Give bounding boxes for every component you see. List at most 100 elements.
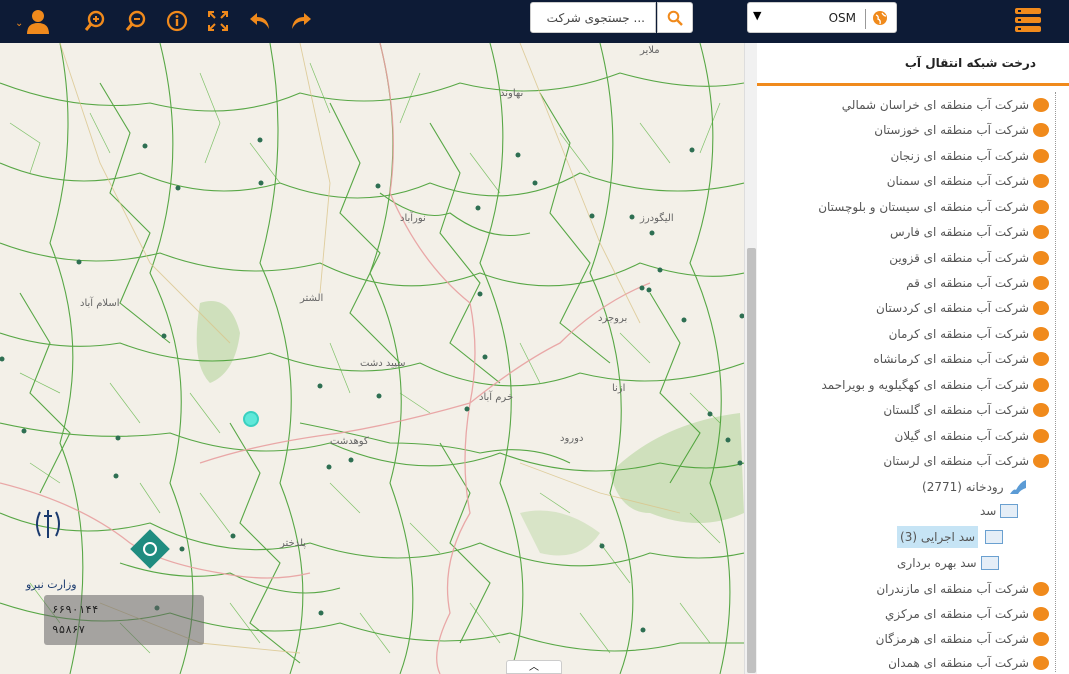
place-label: پلدختر — [280, 538, 307, 549]
dam-icon — [1000, 504, 1019, 518]
company-search-input[interactable]: جستجوی شرکت ... — [530, 2, 656, 33]
tree-item-dam[interactable]: سد — [980, 500, 1019, 522]
company-node-icon — [1033, 632, 1049, 646]
tree-item-label: شرکت آب منطقه ای قم — [906, 276, 1029, 290]
company-node-icon — [1033, 429, 1049, 443]
zoom-out-icon[interactable] — [121, 6, 151, 36]
tree-item-company[interactable]: شرکت آب منطقه ای خوزستان — [874, 119, 1049, 141]
globe-icon — [873, 11, 887, 25]
company-node-icon — [1033, 225, 1049, 239]
tree-item-label: سد بهره برداری — [897, 556, 977, 570]
user-dropdown-caret-icon[interactable]: ⌄ — [15, 18, 23, 29]
svg-text:وزارت نیرو: وزارت نیرو — [25, 578, 77, 591]
tree-item-label: شرکت آب منطقه ای هرمزگان — [875, 632, 1029, 646]
company-node-icon — [1033, 378, 1049, 392]
place-label: ملایر — [640, 45, 660, 56]
place-label: بروجرد — [598, 313, 628, 324]
place-label: نهاوند — [500, 88, 524, 99]
divider — [865, 9, 866, 29]
tree-item-label: سد — [980, 504, 997, 518]
place-label: سپید دشت — [360, 358, 406, 369]
tree-item-company[interactable]: شرکت آب منطقه ای مازندران — [876, 578, 1049, 600]
company-node-icon — [1033, 582, 1049, 596]
place-label: نورآباد — [400, 213, 426, 224]
dam-icon — [980, 556, 999, 570]
panel-title: درخت شبکه انتقال آب — [904, 56, 1036, 70]
tree-item-company[interactable]: شرکت آب منطقه ای همدان — [888, 652, 1049, 674]
tree-item-label: شرکت آب منطقه ای کرمان — [888, 327, 1029, 341]
tree-item-label: شرکت آب منطقه ای کهگیلویه و بویراحمد — [821, 378, 1029, 392]
user-icon[interactable] — [23, 6, 53, 36]
tree-item-company[interactable]: شرکت آب منطقه ای کردستان — [876, 297, 1049, 319]
zoom-in-icon[interactable] — [80, 6, 110, 36]
undo-icon[interactable] — [245, 6, 275, 36]
place-label: دورود — [560, 433, 584, 444]
tree-item-company[interactable]: شرکت آب منطقه ای فارس — [890, 221, 1049, 243]
company-node-icon — [1033, 123, 1049, 137]
tree-item-label: شرکت آب منطقه ای سیستان و بلوچستان — [818, 200, 1029, 214]
place-label: کوهدشت — [330, 436, 369, 447]
place-label: الشتر — [300, 293, 324, 304]
tree-item-company[interactable]: شرکت آب منطقه ای سیستان و بلوچستان — [818, 196, 1049, 218]
company-node-icon — [1033, 276, 1049, 290]
menu-icon[interactable] — [1013, 5, 1043, 35]
company-node-icon — [1033, 352, 1049, 366]
map-view[interactable]: وزارت نیرو خرم آباد بروجرد الیگودرز ازنا… — [0, 43, 744, 674]
panel-divider — [757, 83, 1069, 86]
tree-item-label: شرکت آب منطقه ای گیلان — [894, 429, 1030, 443]
company-node-icon — [1033, 403, 1049, 417]
company-node-icon — [1033, 251, 1049, 265]
tree-item-label: شرکت آب منطقه ای مرکزي — [885, 607, 1029, 621]
company-node-icon — [1033, 327, 1049, 341]
tree-item-label: شرکت آب منطقه ای کرمانشاه — [873, 352, 1029, 366]
tree-item-company[interactable]: شرکت آب منطقه ای گیلان — [894, 425, 1049, 447]
tree-item-label: شرکت آب منطقه ای زنجان — [890, 149, 1029, 163]
tree-item-label: شرکت آب منطقه ای مازندران — [876, 582, 1029, 596]
info-icon[interactable] — [162, 6, 192, 36]
tree-item-label: شرکت آب منطقه ای خوزستان — [874, 123, 1029, 137]
tree-connector-line — [1055, 92, 1056, 672]
redo-icon[interactable] — [286, 6, 316, 36]
collapse-panel-button[interactable]: ︿ — [506, 660, 562, 674]
tree-item-company[interactable]: شرکت آب منطقه ای خراسان شمالي — [842, 94, 1049, 116]
tree-item-label: شرکت آب منطقه ای کردستان — [875, 301, 1029, 315]
coordinate-x: ۶۶۹۰۱۴۴ — [52, 603, 99, 616]
top-toolbar: ⌄ جستجوی شرکت ... ▼ OSM — [0, 0, 1069, 43]
tree-item-company[interactable]: شرکت آب منطقه ای کرمانشاه — [873, 348, 1049, 370]
company-node-icon — [1033, 454, 1049, 468]
company-node-icon — [1033, 607, 1049, 621]
tree-item-dam-operational[interactable]: سد بهره برداری — [897, 552, 999, 574]
tree-item-company-expanded[interactable]: شرکت آب منطقه ای لرستان — [883, 450, 1049, 472]
company-node-icon — [1033, 149, 1049, 163]
tree-item-river[interactable]: رودخانه (2771) — [922, 476, 1028, 498]
place-label: ازنا — [612, 383, 626, 394]
company-node-icon — [1033, 200, 1049, 214]
tree-item-label: رودخانه (2771) — [922, 480, 1004, 494]
scrollbar-thumb[interactable] — [747, 248, 756, 673]
layer-value: OSM — [828, 11, 856, 25]
base-layer-select[interactable]: ▼ OSM — [747, 2, 897, 33]
company-node-icon — [1033, 98, 1049, 112]
coordinate-y: ۹۵۸۶۷ — [52, 623, 86, 636]
tree-item-company[interactable]: شرکت آب منطقه ای کهگیلویه و بویراحمد — [821, 374, 1049, 396]
dam-icon — [985, 530, 1003, 544]
search-button[interactable] — [657, 2, 693, 33]
tree-item-company[interactable]: شرکت آب منطقه ای زنجان — [890, 145, 1049, 167]
tree-item-label: شرکت آب منطقه ای لرستان — [883, 454, 1029, 468]
tree-item-label: شرکت آب منطقه ای همدان — [888, 656, 1029, 670]
place-label: اسلام آباد — [80, 298, 120, 309]
tree-scrollbar[interactable] — [744, 43, 757, 674]
tree-item-company[interactable]: شرکت آب منطقه ای قم — [906, 272, 1049, 294]
chevron-down-icon: ▼ — [753, 9, 762, 22]
fullscreen-icon[interactable] — [203, 6, 233, 36]
tree-item-company[interactable]: شرکت آب منطقه ای قزوین — [889, 247, 1049, 269]
tree-item-company[interactable]: شرکت آب منطقه ای مرکزي — [885, 603, 1049, 625]
tree-item-label: شرکت آب منطقه ای خراسان شمالي — [841, 98, 1029, 112]
tree-item-company[interactable]: شرکت آب منطقه ای گلستان — [883, 399, 1049, 421]
tree-item-company[interactable]: شرکت آب منطقه ای هرمزگان — [876, 628, 1049, 650]
tree-item-label: سد اجرایی (3) — [900, 530, 976, 544]
tree-item-company[interactable]: شرکت آب منطقه ای سمنان — [887, 170, 1049, 192]
company-node-icon — [1033, 656, 1049, 670]
tree-item-dam-executive-selected[interactable]: سد اجرایی (3) — [897, 526, 979, 548]
tree-item-company[interactable]: شرکت آب منطقه ای کرمان — [889, 323, 1049, 345]
